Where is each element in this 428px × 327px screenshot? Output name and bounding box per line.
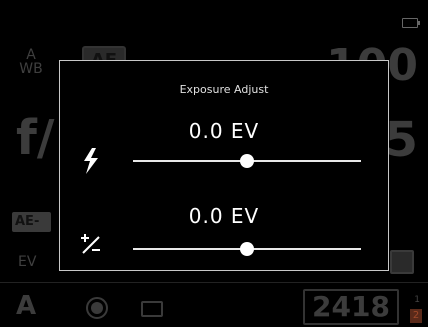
frame-icon (141, 301, 163, 317)
shutter-value: 5 (384, 112, 418, 168)
battery-icon (402, 18, 420, 28)
shutter-mode-icon (86, 297, 108, 319)
slider-thumb[interactable] (240, 154, 254, 168)
flash-ev-value: 0.0 EV (188, 119, 260, 143)
bottom-bar: A 2418 1 2 (0, 282, 428, 327)
aperture-value: f/ (16, 110, 55, 166)
ev-label: EV (18, 254, 37, 270)
flash-exposure-slider[interactable] (133, 153, 361, 169)
wb-mode-label: A (26, 47, 36, 63)
ae-lock-badge: AE- (12, 212, 51, 232)
dialog-title: Exposure Adjust (179, 83, 269, 96)
card-slot-badge: 2 (410, 309, 422, 323)
plus-minus-icon (80, 233, 102, 259)
slider-thumb[interactable] (240, 242, 254, 256)
expand-icon (390, 250, 414, 274)
exposure-compensation-slider[interactable] (133, 241, 361, 257)
exposure-ev-value: 0.0 EV (188, 204, 260, 228)
white-balance-indicator: A WB (19, 48, 43, 76)
flash-icon (80, 148, 102, 174)
exposure-adjust-dialog: Exposure Adjust 0.0 EV 0.0 EV (59, 60, 389, 271)
shots-remaining: 2418 (303, 289, 399, 325)
camera-screen: A WB AE 100 f/ 5 AE- EV 0 A 2418 1 2 Exp… (0, 0, 428, 327)
shooting-mode: A (16, 291, 37, 321)
wb-label: WB (19, 61, 43, 77)
card-slot-number: 1 (414, 295, 420, 305)
